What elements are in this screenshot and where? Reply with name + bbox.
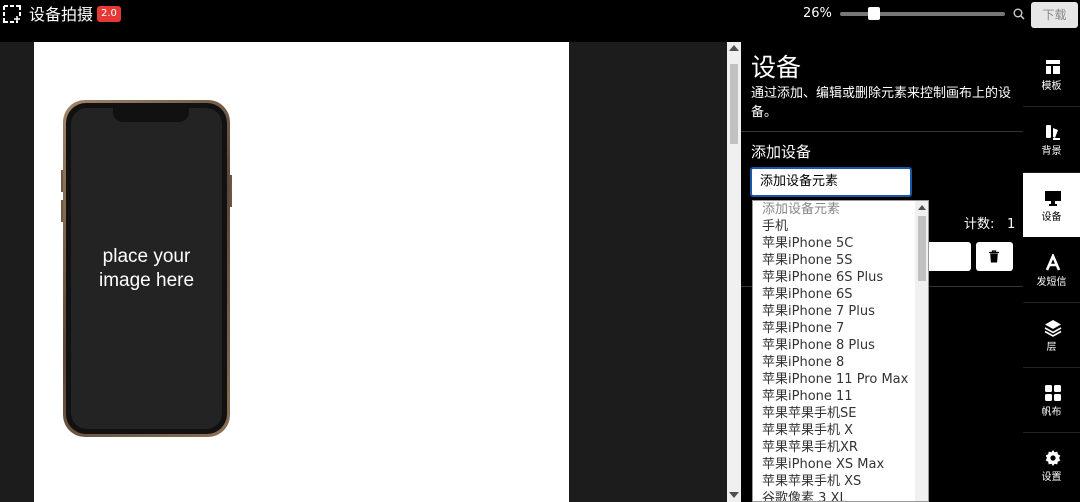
dropdown-option[interactable]: 苹果iPhone 7 bbox=[753, 320, 915, 337]
dropdown-option[interactable]: 手机 bbox=[753, 218, 915, 235]
add-device-label: 添加设备 bbox=[751, 143, 812, 161]
divider bbox=[741, 131, 1023, 132]
device-frame-iphone[interactable]: place your image here bbox=[63, 100, 230, 437]
download-button[interactable]: 下载 bbox=[1031, 2, 1078, 28]
sidebar-item-layers[interactable]: 层 bbox=[1023, 303, 1080, 367]
zoom-percent: 26% bbox=[803, 6, 832, 21]
dropdown-scroll-up-icon[interactable] bbox=[918, 205, 926, 210]
sidebar-item-label: 背景 bbox=[1041, 146, 1062, 157]
panel-description: 通过添加、编辑或删除元素来控制画布上的设备。 bbox=[751, 86, 1012, 120]
dropdown-option[interactable]: 苹果iPhone 5S bbox=[753, 252, 915, 269]
monitor-icon bbox=[1045, 191, 1061, 206]
image-placeholder-text: place your image here bbox=[71, 245, 222, 293]
sidebar-item-label: 发短信 bbox=[1036, 277, 1067, 288]
dropdown-option[interactable]: 苹果iPhone 5C bbox=[753, 235, 915, 252]
background-icon bbox=[1046, 125, 1060, 140]
gear-icon bbox=[1045, 450, 1061, 466]
dropdown-option[interactable]: 苹果苹果手机SE bbox=[753, 405, 915, 422]
device-element-field[interactable] bbox=[926, 242, 971, 271]
template-icon bbox=[1046, 60, 1060, 74]
scroll-down-arrow-icon[interactable] bbox=[729, 492, 739, 498]
sidebar-item-label: 层 bbox=[1046, 342, 1057, 353]
right-sidebar: 模板 背景 设备 发短信 层 帆布 设置 bbox=[1023, 42, 1080, 502]
sidebar-item-text[interactable]: 发短信 bbox=[1023, 238, 1080, 302]
sidebar-item-device[interactable]: 设备 bbox=[1023, 173, 1080, 237]
app-title: 设备拍摄 bbox=[29, 5, 94, 24]
sidebar-item-template[interactable]: 模板 bbox=[1023, 42, 1080, 106]
sidebar-item-label: 设备 bbox=[1041, 212, 1062, 223]
scroll-up-arrow-icon[interactable] bbox=[729, 45, 739, 51]
sidebar-item-canvas[interactable]: 帆布 bbox=[1023, 368, 1080, 432]
sidebar-item-label: 帆布 bbox=[1041, 407, 1062, 418]
zoom-slider-thumb[interactable] bbox=[868, 7, 880, 20]
panel-title: 设备 bbox=[751, 53, 802, 82]
zoom-icon[interactable] bbox=[1013, 8, 1025, 20]
phone-screen[interactable]: place your image here bbox=[71, 108, 222, 429]
dropdown-option[interactable]: 苹果iPhone 8 Plus bbox=[753, 337, 915, 354]
dropdown-option[interactable]: 苹果苹果手机 XS bbox=[753, 473, 915, 490]
dropdown-option[interactable]: 苹果iPhone 11 Pro Max bbox=[753, 371, 915, 388]
count-value: 1 bbox=[1007, 217, 1016, 232]
dropdown-option[interactable]: 苹果iPhone 8 bbox=[753, 354, 915, 371]
dropdown-option[interactable]: 苹果iPhone 6S bbox=[753, 286, 915, 303]
version-badge: 2.0 bbox=[97, 6, 121, 22]
dropdown-option[interactable]: 谷歌像素 3 XL bbox=[753, 490, 915, 501]
text-icon bbox=[1045, 254, 1061, 271]
dropdown-scrollbar-thumb[interactable] bbox=[918, 216, 926, 281]
placeholder-line-1: place your bbox=[102, 246, 191, 267]
sidebar-item-label: 模板 bbox=[1041, 81, 1062, 92]
layers-icon bbox=[1044, 320, 1062, 337]
sidebar-item-background[interactable]: 背景 bbox=[1023, 107, 1080, 171]
count-label: 计数: bbox=[964, 217, 995, 232]
dropdown-option[interactable]: 添加设备元素 bbox=[753, 201, 915, 218]
dropdown-options: 添加设备元素 手机 苹果iPhone 5C 苹果iPhone 5S 苹果iPhone 6… bbox=[753, 201, 915, 501]
dropdown-option[interactable]: 苹果iPhone 7 Plus bbox=[753, 303, 915, 320]
dropdown-option[interactable]: 苹果iPhone 6S Plus bbox=[753, 269, 915, 286]
placeholder-line-2: image here bbox=[98, 270, 195, 291]
phone-notch bbox=[113, 108, 189, 122]
device-dropdown-list[interactable]: 添加设备元素 手机 苹果iPhone 5C 苹果iPhone 5S 苹果iPhone 6… bbox=[752, 200, 929, 502]
selection-frame-icon bbox=[3, 5, 21, 23]
dropdown-option[interactable]: 苹果苹果手机XR bbox=[753, 439, 915, 456]
top-bar: 设备拍摄 2.0 26% 下载 bbox=[0, 0, 1080, 42]
sidebar-item-label: 设置 bbox=[1041, 472, 1062, 483]
canvas-scrollbar-thumb[interactable] bbox=[730, 64, 738, 144]
delete-device-button[interactable] bbox=[976, 242, 1013, 271]
dropdown-scrollbar[interactable] bbox=[915, 201, 928, 501]
zoom-slider-track[interactable] bbox=[840, 12, 1005, 16]
trash-icon bbox=[989, 250, 999, 263]
phone-bezel: place your image here bbox=[66, 103, 227, 434]
sidebar-item-settings[interactable]: 设置 bbox=[1023, 433, 1080, 497]
add-device-select[interactable]: 添加设备元素 bbox=[750, 167, 912, 197]
dropdown-option[interactable]: 苹果苹果手机 X bbox=[753, 422, 915, 439]
dropdown-option[interactable]: 苹果iPhone XS Max bbox=[753, 456, 915, 473]
dropdown-option[interactable]: 苹果iPhone 11 bbox=[753, 388, 915, 405]
canvas-icon bbox=[1045, 385, 1061, 401]
